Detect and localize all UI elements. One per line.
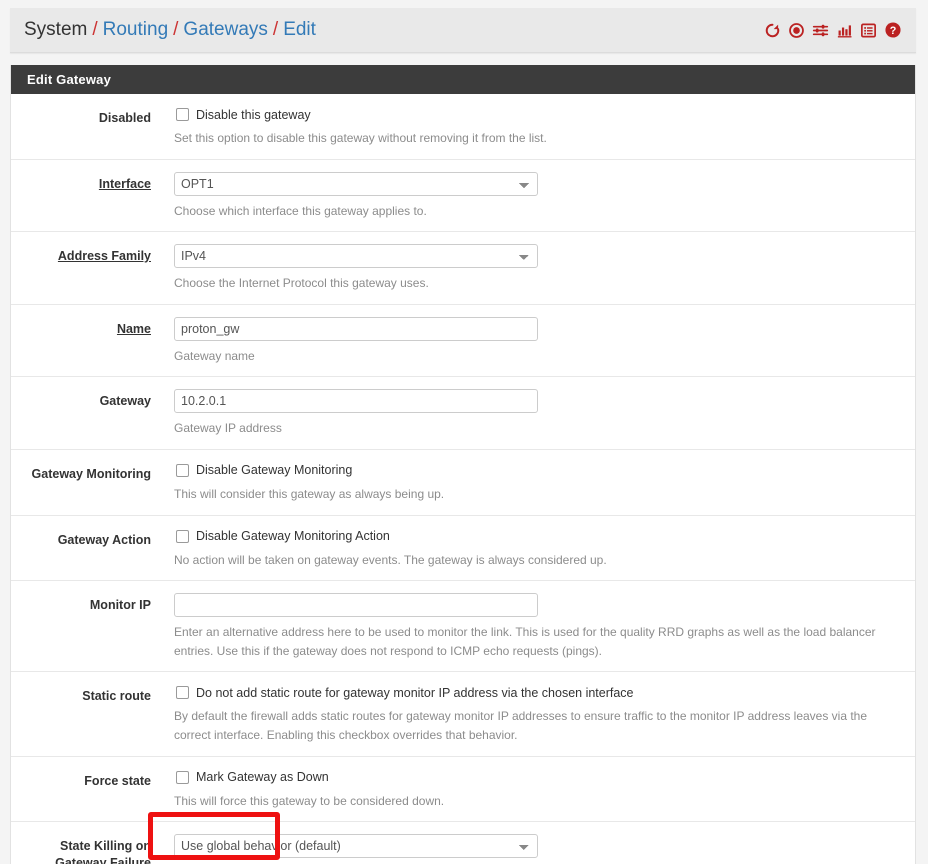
breadcrumb: System / Routing / Gateways / Edit [10, 19, 316, 41]
field-row-address-family: Address Family IPv4 Choose the Internet … [11, 232, 915, 305]
panel-title: Edit Gateway [11, 65, 915, 94]
label-static-route: Static route [82, 689, 151, 704]
label-interface: Interface [98, 176, 151, 191]
field-row-state-killing: State Killing on Gateway Failure Use glo… [11, 822, 915, 864]
sliders-icon[interactable] [812, 22, 829, 39]
mark-gateway-down-checkbox-label[interactable]: Mark Gateway as Down [196, 770, 329, 784]
help-icon[interactable]: ? [884, 21, 902, 39]
gateway-action-checkbox-group[interactable]: Disable Gateway Monitoring Action [174, 528, 901, 545]
header-icon-group: ? [764, 21, 916, 39]
help-address-family: Choose the Internet Protocol this gatewa… [174, 276, 429, 291]
disabled-checkbox-group[interactable]: Disable this gateway [174, 106, 901, 123]
label-gateway-action: Gateway Action [57, 532, 151, 547]
name-input[interactable] [174, 316, 538, 341]
refresh-icon[interactable] [764, 22, 781, 39]
field-row-interface: Interface OPT1 Choose which interface th… [11, 160, 915, 233]
label-force-state: Force state [84, 773, 151, 788]
breadcrumb-item-system: System [24, 19, 88, 40]
label-monitor-ip: Monitor IP [89, 598, 151, 613]
help-gateway-action: No action will be taken on gateway event… [174, 552, 607, 567]
address-family-select[interactable]: IPv4 [174, 244, 538, 269]
label-gateway-monitoring: Gateway Monitoring [31, 466, 151, 481]
breadcrumb-separator: / [173, 19, 179, 40]
disable-static-route-checkbox-label[interactable]: Do not add static route for gateway moni… [196, 686, 634, 700]
disable-gateway-monitoring-action-checkbox-label[interactable]: Disable Gateway Monitoring Action [196, 529, 390, 543]
gateway-monitoring-checkbox-group[interactable]: Disable Gateway Monitoring [174, 462, 901, 479]
static-route-checkbox-group[interactable]: Do not add static route for gateway moni… [174, 684, 901, 701]
svg-text:?: ? [890, 25, 897, 37]
gateway-edit-page: System / Routing / Gateways / Edit ? Edi… [0, 0, 928, 864]
label-disabled: Disabled [98, 111, 151, 125]
record-circle-icon[interactable] [788, 22, 805, 39]
label-name: Name [116, 321, 151, 336]
disable-gateway-monitoring-action-checkbox[interactable] [176, 529, 189, 543]
breadcrumb-separator: / [92, 19, 98, 40]
monitor-ip-input[interactable] [174, 593, 538, 618]
state-killing-select[interactable]: Use global behavior (default) [174, 834, 538, 859]
breadcrumb-item-routing[interactable]: Routing [103, 19, 169, 41]
help-gateway-monitoring: This will consider this gateway as alway… [174, 486, 445, 501]
breadcrumb-separator: / [272, 19, 279, 40]
field-row-static-route: Static route Do not add static route for… [11, 672, 915, 757]
disable-gateway-checkbox-label[interactable]: Disable this gateway [196, 108, 311, 122]
label-state-killing: State Killing on Gateway Failure [55, 839, 151, 864]
help-force-state: This will force this gateway to be consi… [174, 793, 445, 808]
field-row-name: Name Gateway name [11, 305, 915, 378]
field-row-force-state: Force state Mark Gateway as Down This wi… [11, 757, 915, 823]
help-disabled: Set this option to disable this gateway … [174, 131, 547, 145]
interface-select[interactable]: OPT1 [174, 171, 538, 196]
field-row-gateway-action: Gateway Action Disable Gateway Monitorin… [11, 516, 915, 582]
field-row-gateway: Gateway Gateway IP address [11, 377, 915, 450]
breadcrumb-item-edit[interactable]: Edit [283, 19, 316, 41]
disable-gateway-monitoring-checkbox-label[interactable]: Disable Gateway Monitoring [196, 463, 352, 477]
mark-gateway-down-checkbox[interactable] [176, 770, 189, 784]
disable-static-route-checkbox[interactable] [176, 686, 189, 700]
list-icon[interactable] [860, 22, 877, 39]
label-gateway: Gateway [99, 394, 151, 409]
label-address-family: Address Family [57, 249, 151, 264]
gateway-input[interactable] [174, 389, 538, 414]
edit-gateway-panel: Edit Gateway Disabled Disable this gatew… [10, 65, 916, 864]
bar-chart-icon[interactable] [836, 22, 853, 39]
help-interface: Choose which interface this gateway appl… [174, 203, 427, 218]
disable-gateway-monitoring-checkbox[interactable] [176, 463, 189, 477]
help-gateway: Gateway IP address [174, 421, 282, 436]
field-row-disabled: Disabled Disable this gateway Set this o… [11, 94, 915, 160]
breadcrumb-bar: System / Routing / Gateways / Edit ? [10, 8, 916, 53]
breadcrumb-item-gateways[interactable]: Gateways [183, 19, 267, 41]
help-monitor-ip: Enter an alternative address here to be … [174, 625, 876, 658]
field-row-gateway-monitoring: Gateway Monitoring Disable Gateway Monit… [11, 450, 915, 516]
field-row-monitor-ip: Monitor IP Enter an alternative address … [11, 581, 915, 673]
help-name: Gateway name [174, 348, 255, 363]
disable-gateway-checkbox[interactable] [176, 108, 189, 121]
help-static-route: By default the firewall adds static rout… [174, 709, 868, 742]
force-state-checkbox-group[interactable]: Mark Gateway as Down [174, 769, 901, 786]
